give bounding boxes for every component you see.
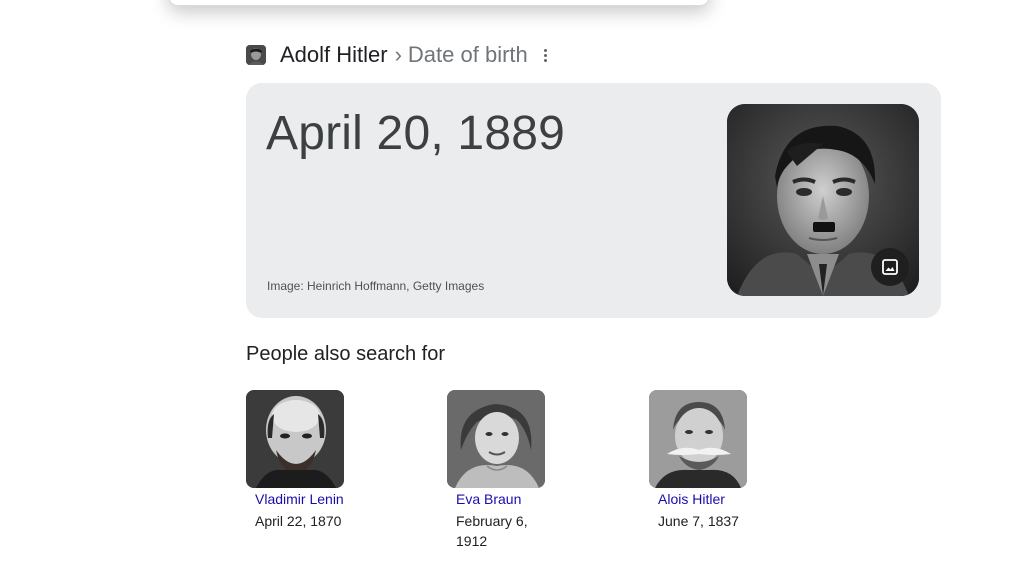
- related-person-card[interactable]: Vladimir Lenin April 22, 1870: [246, 390, 376, 531]
- related-person-photo[interactable]: [649, 390, 747, 488]
- search-results-page: Adolf Hitler › Date of birth April 20, 1…: [0, 0, 1024, 576]
- answer-card: April 20, 1889 Image: Heinrich Hoffmann,…: [246, 83, 941, 318]
- breadcrumb-entity[interactable]: Adolf Hitler: [280, 42, 388, 68]
- more-vert-icon[interactable]: [540, 45, 552, 65]
- related-person-date: February 6, 1912: [456, 513, 528, 549]
- search-suggestions-dropdown: [168, 0, 710, 6]
- people-also-search-title: People also search for: [246, 343, 446, 365]
- image-credit: Image: Heinrich Hoffmann, Getty Images: [267, 279, 485, 293]
- entity-portrait[interactable]: [727, 104, 919, 296]
- breadcrumb-separator: ›: [394, 42, 402, 67]
- entity-thumbnail[interactable]: [246, 45, 266, 65]
- related-person-name[interactable]: Eva Braun: [456, 490, 577, 508]
- breadcrumb-attribute: Date of birth: [407, 42, 528, 67]
- related-person-date: June 7, 1837: [658, 513, 739, 529]
- related-person-photo[interactable]: [246, 390, 344, 488]
- related-person-card[interactable]: Eva Braun February 6, 1912: [447, 390, 577, 551]
- image-icon[interactable]: [871, 248, 909, 286]
- answer-value: April 20, 1889: [266, 107, 566, 160]
- related-person-card[interactable]: Alois Hitler June 7, 1837: [649, 390, 779, 531]
- related-person-name[interactable]: Alois Hitler: [658, 490, 779, 508]
- breadcrumb: Adolf Hitler › Date of birth: [246, 41, 552, 69]
- related-person-name[interactable]: Vladimir Lenin: [255, 490, 376, 508]
- related-person-date: April 22, 1870: [255, 513, 342, 529]
- related-person-photo[interactable]: [447, 390, 545, 488]
